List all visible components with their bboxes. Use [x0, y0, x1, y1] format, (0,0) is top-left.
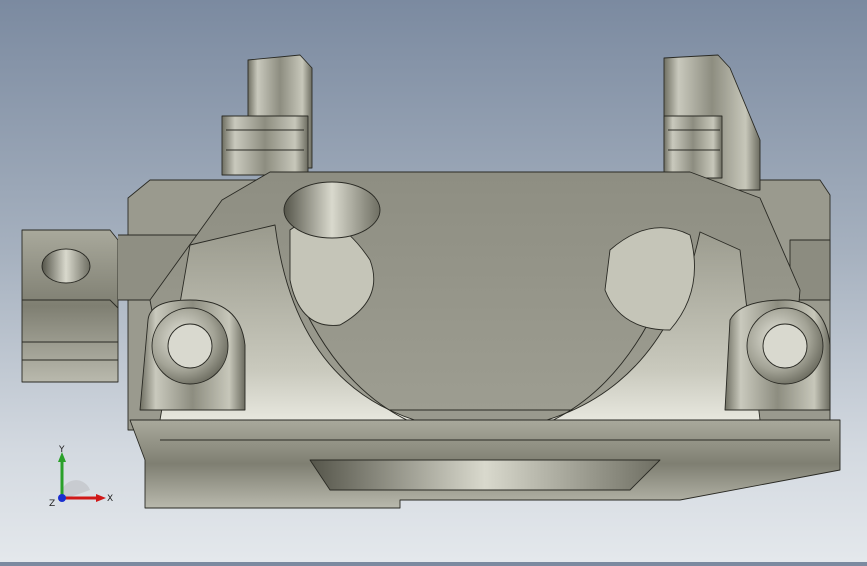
bottom-slot [309, 459, 661, 491]
model-body [21, 54, 841, 509]
part-model[interactable] [0, 0, 867, 562]
ear-hole [41, 248, 91, 284]
z-axis-dot [58, 494, 66, 502]
x-axis-arrow [96, 494, 106, 502]
graphics-viewport[interactable]: Y X Z [0, 0, 867, 562]
y-axis-label: Y [58, 445, 65, 455]
axis-triad: Y X Z [49, 445, 113, 509]
top-bore [283, 181, 381, 239]
z-axis-label: Z [49, 499, 55, 509]
x-axis-label: X [107, 494, 113, 504]
